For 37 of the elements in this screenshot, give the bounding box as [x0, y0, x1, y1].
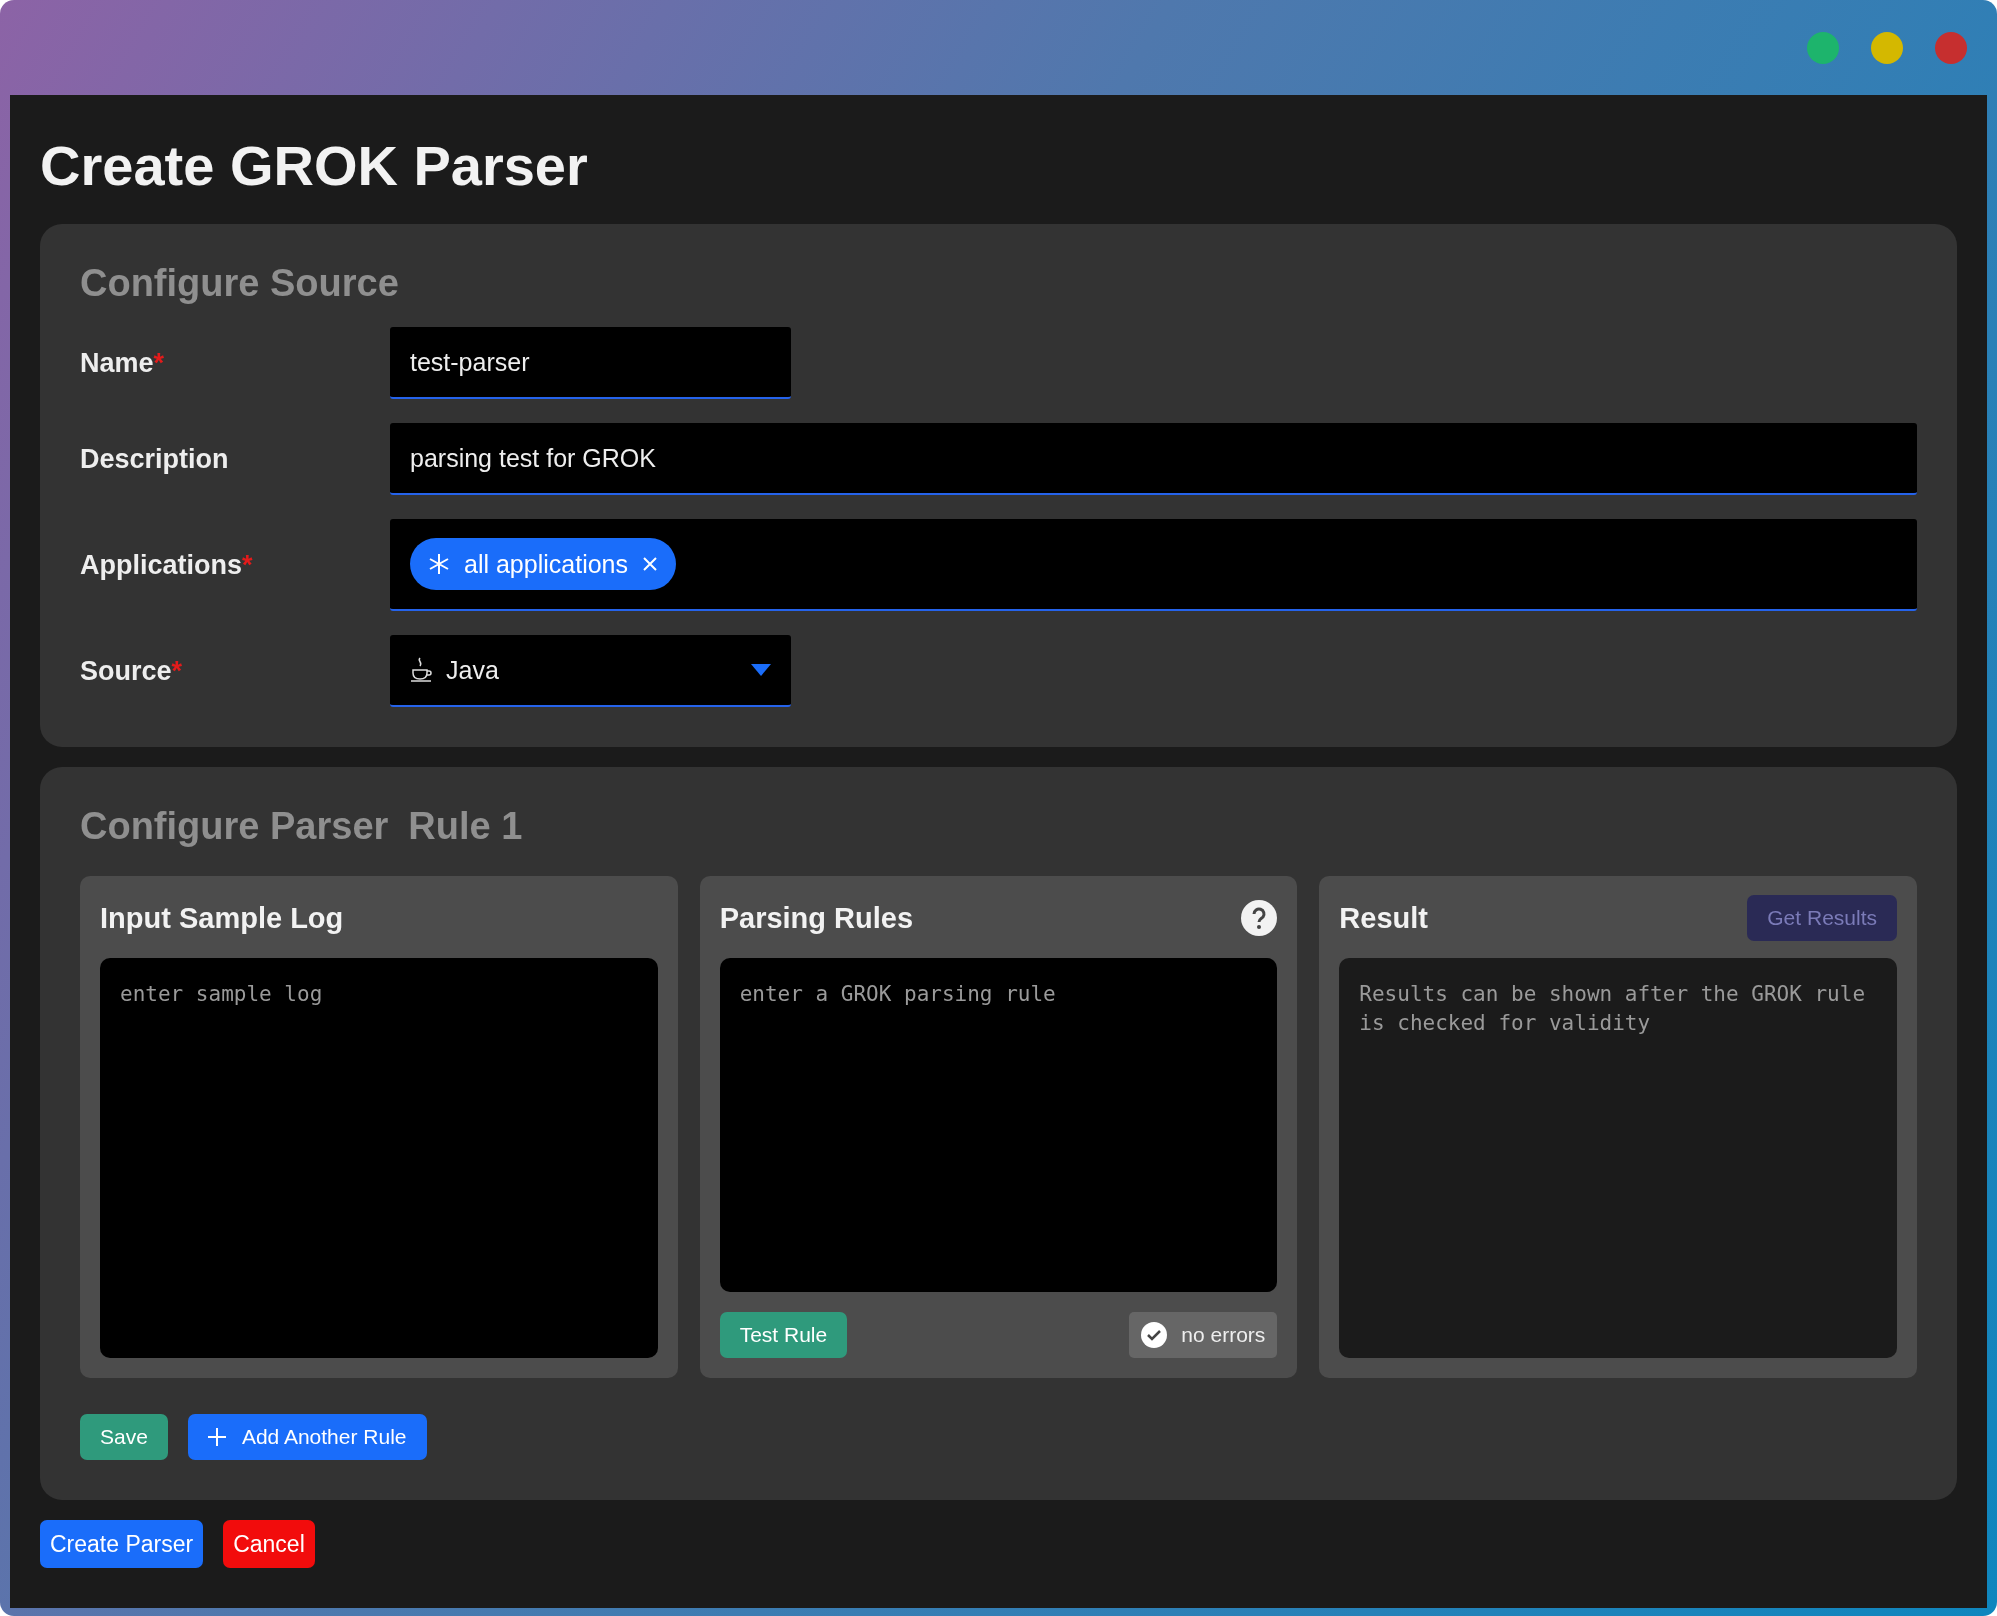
- panel-title: Parsing Rules: [719, 901, 914, 935]
- tag-label: all applications: [464, 549, 628, 579]
- tag-chip[interactable]: all applications: [410, 538, 676, 590]
- window-control-dot[interactable]: [1871, 31, 1903, 64]
- panel-title: Input Sample Log: [100, 901, 344, 935]
- window-control-dot[interactable]: [1807, 31, 1839, 64]
- result-output: Results can be shown after the GROK rule is checked for validity: [1339, 958, 1897, 1358]
- coffee-cup-icon: [410, 657, 432, 683]
- create-parser-button[interactable]: Create Parser: [40, 1520, 204, 1568]
- field-label: Name*: [80, 347, 166, 379]
- parsing-rule-textarea[interactable]: enter a GROK parsing rule: [719, 958, 1278, 1292]
- window-control-dot[interactable]: [1935, 31, 1967, 64]
- close-icon[interactable]: [642, 556, 658, 572]
- field-label: Applications*: [80, 549, 254, 581]
- select-value: Java: [446, 655, 499, 685]
- select-dropdown[interactable]: Java: [390, 635, 791, 707]
- panel-title: Result: [1339, 901, 1428, 935]
- text-input[interactable]: parsing test for GROK: [390, 423, 1917, 495]
- rule-label: Rule 1: [408, 805, 523, 848]
- asterisk-icon: [428, 553, 450, 575]
- section-title: Configure Parser: [80, 805, 389, 848]
- text-input[interactable]: test-parser: [390, 327, 791, 399]
- save-button[interactable]: Save: [80, 1414, 168, 1460]
- field-label: Description: [80, 443, 230, 475]
- help-icon[interactable]: [1241, 900, 1278, 936]
- tag-input[interactable]: all applications: [390, 519, 1917, 611]
- sample-log-textarea[interactable]: enter sample log: [100, 958, 658, 1358]
- section-title: Configure Source: [80, 262, 399, 305]
- check-icon: [1141, 1322, 1168, 1348]
- cancel-button[interactable]: Cancel: [223, 1520, 315, 1568]
- plus-icon: [207, 1428, 226, 1446]
- page-title: Create GROK Parser: [40, 133, 589, 198]
- field-label: Source*: [80, 655, 184, 687]
- caret-icon: [751, 664, 771, 676]
- test-rule-button[interactable]: Test Rule: [719, 1312, 848, 1358]
- status-text: no errors: [1181, 1323, 1266, 1347]
- add-rule-button[interactable]: Add Another Rule: [187, 1414, 427, 1460]
